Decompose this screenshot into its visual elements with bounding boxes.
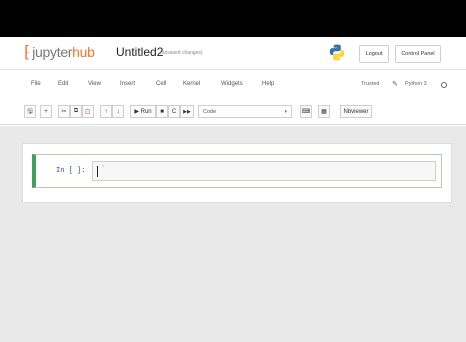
command-palette-button[interactable]: ⌨ xyxy=(300,105,312,118)
jupyterhub-logo[interactable]: ⁅ jupyterhub xyxy=(24,42,95,61)
notebook-container: In [ ]: 1 xyxy=(22,143,452,203)
logo-text-jupyter: jupyter xyxy=(32,44,73,60)
bar-chart-icon: ▦ xyxy=(321,109,327,115)
scissors-icon: ✂ xyxy=(61,109,67,115)
notebook-title[interactable]: Untitled2 xyxy=(116,45,163,59)
code-input[interactable]: 1 xyxy=(92,161,436,181)
copy-icon: ⧉ xyxy=(73,108,79,114)
jupyter-header: ⁅ jupyterhub Untitled2 (unsaved changes)… xyxy=(0,37,466,70)
top-black-bar xyxy=(0,0,466,37)
code-cell[interactable]: In [ ]: 1 xyxy=(32,154,442,188)
plus-icon: + xyxy=(44,108,48,115)
move-up-button[interactable]: ↑ xyxy=(100,105,112,118)
menu-cell[interactable]: Cell xyxy=(156,81,166,87)
jupyter-logo-icon: ⁅ xyxy=(24,42,31,61)
save-status: (unsaved changes) xyxy=(160,50,203,56)
browser-frame: ⁅ jupyterhub Untitled2 (unsaved changes)… xyxy=(0,0,466,342)
insert-cell-button[interactable]: + xyxy=(40,105,52,118)
line-number: 1 xyxy=(102,163,105,168)
cut-button[interactable]: ✂ xyxy=(58,105,70,118)
paste-icon: 📋 xyxy=(84,108,92,115)
notebook-area: In [ ]: 1 xyxy=(0,126,466,342)
chevron-down-icon: ▾ xyxy=(284,109,287,115)
notebook-toolbar: 🖫 + ✂ ⧉ 📋 ↑ ↓ ▶ Run ■ C ▶▶ Code ▾ ⌨ ▦ Nb… xyxy=(0,97,466,125)
arrow-up-icon: ↑ xyxy=(104,108,108,115)
run-button[interactable]: ▶ Run xyxy=(130,105,156,118)
restart-run-all-button[interactable]: ▶▶ xyxy=(180,105,194,118)
fast-forward-icon: ▶▶ xyxy=(183,108,191,115)
paste-button[interactable]: 📋 xyxy=(82,105,94,118)
menu-help[interactable]: Help xyxy=(262,81,274,87)
restart-icon: C xyxy=(171,108,177,115)
menu-kernel[interactable]: Kernel xyxy=(183,81,200,87)
restart-button[interactable]: C xyxy=(168,105,180,118)
control-panel-button[interactable]: Control Panel xyxy=(395,45,441,63)
cell-type-select[interactable]: Code ▾ xyxy=(198,105,292,118)
save-icon: 🖫 xyxy=(27,108,33,115)
nbviewer-button[interactable]: Nbviewer xyxy=(340,105,372,118)
kernel-name[interactable]: Python 3 xyxy=(405,81,427,87)
arrow-down-icon: ↓ xyxy=(116,108,120,115)
menu-insert[interactable]: Insert xyxy=(120,81,135,87)
cell-type-value: Code xyxy=(203,108,217,115)
edit-mode-icon: ✎ xyxy=(392,81,398,88)
python-logo-icon xyxy=(329,44,345,61)
menu-file[interactable]: File xyxy=(31,81,41,87)
logout-button[interactable]: Logout xyxy=(359,45,389,63)
move-down-button[interactable]: ↓ xyxy=(112,105,124,118)
keyboard-icon: ⌨ xyxy=(301,109,311,115)
interrupt-button[interactable]: ■ xyxy=(156,105,168,118)
copy-button[interactable]: ⧉ xyxy=(70,105,82,118)
stop-icon: ■ xyxy=(160,108,164,115)
chart-button[interactable]: ▦ xyxy=(318,105,330,118)
input-prompt: In [ ]: xyxy=(56,167,86,175)
logo-text-hub: hub xyxy=(72,44,95,60)
text-cursor xyxy=(97,166,98,177)
save-button[interactable]: 🖫 xyxy=(24,105,36,118)
menu-view[interactable]: View xyxy=(88,81,101,87)
menu-edit[interactable]: Edit xyxy=(58,81,68,87)
trusted-indicator[interactable]: Trusted xyxy=(361,81,379,87)
menu-widgets[interactable]: Widgets xyxy=(221,81,243,87)
kernel-status-icon xyxy=(441,82,447,88)
logo-text: jupyterhub xyxy=(32,44,95,60)
menu-bar: File Edit View Insert Cell Kernel Widget… xyxy=(0,71,466,97)
